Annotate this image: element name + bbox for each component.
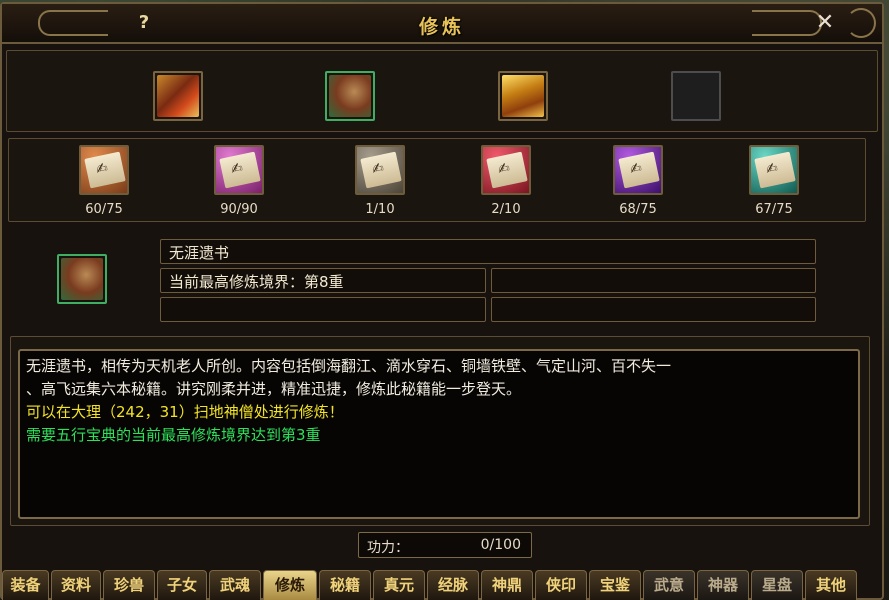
tab-artifact[interactable]: 神器 bbox=[697, 570, 749, 600]
scroll-icon-5[interactable]: ✍ bbox=[613, 145, 663, 195]
gold-book-stack-icon[interactable] bbox=[498, 71, 548, 121]
power-value: 0/100 bbox=[480, 537, 521, 553]
title-corner-ornament bbox=[846, 8, 876, 38]
tab-profile[interactable]: 资料 bbox=[51, 570, 101, 600]
power-display: 功力： 0/100 bbox=[358, 532, 532, 558]
location-hint: 可以在大理（242，31）扫地神僧处进行修炼！ bbox=[26, 403, 344, 421]
tab-star-chart[interactable]: 星盘 bbox=[751, 570, 803, 600]
cultivation-window: ? 修炼 ✕ ✍ 60/75 ✍ 90/90 ✍ 1/10 ✍ 2/10 ✍ 6… bbox=[0, 2, 884, 600]
scroll-icon-3[interactable]: ✍ bbox=[355, 145, 405, 195]
top-icon-panel bbox=[6, 50, 878, 132]
tab-children[interactable]: 子女 bbox=[157, 570, 207, 600]
scroll-count-4: 2/10 bbox=[491, 202, 521, 217]
scroll-bundle-icon[interactable] bbox=[325, 71, 375, 121]
realm-field: 当前最高修炼境界：第8重 bbox=[160, 268, 486, 293]
scroll-icon-4[interactable]: ✍ bbox=[481, 145, 531, 195]
tab-secret-manuals[interactable]: 秘籍 bbox=[319, 570, 371, 600]
tab-other[interactable]: 其他 bbox=[805, 570, 857, 600]
scroll-count-1: 60/75 bbox=[85, 202, 123, 217]
description-box: 无涯遗书，相传为天机老人所创。内容包括倒海翻江、滴水穿石、铜墙铁壁、气定山河、百… bbox=[18, 349, 860, 519]
scroll-count-3: 1/10 bbox=[365, 202, 395, 217]
scroll-icon-2[interactable]: ✍ bbox=[214, 145, 264, 195]
info-field-right-1 bbox=[491, 268, 816, 293]
tab-bar: 装备 资料 珍兽 子女 武魂 修炼 秘籍 真元 经脉 神鼎 侠印 宝鉴 武意 神… bbox=[2, 570, 886, 600]
tab-pets[interactable]: 珍兽 bbox=[103, 570, 155, 600]
scroll-icon-6[interactable]: ✍ bbox=[749, 145, 799, 195]
empty-slot[interactable] bbox=[671, 71, 721, 121]
scroll-count-5: 68/75 bbox=[619, 202, 657, 217]
requirement-hint: 需要五行宝典的当前最高修炼境界达到第3重 bbox=[26, 426, 321, 444]
title-bar[interactable]: ? 修炼 ✕ bbox=[2, 4, 882, 44]
tab-divine-cauldron[interactable]: 神鼎 bbox=[481, 570, 533, 600]
red-book-icon[interactable] bbox=[153, 71, 203, 121]
window-title: 修炼 bbox=[418, 16, 465, 38]
description-line-2: 、高飞远集六本秘籍。讲究刚柔并进，精准迅捷，修炼此秘籍能一步登天。 bbox=[26, 380, 522, 398]
power-label: 功力： bbox=[367, 540, 409, 556]
info-field-left-2 bbox=[160, 297, 486, 322]
tab-equipment[interactable]: 装备 bbox=[2, 570, 49, 600]
tab-cultivation[interactable]: 修炼 bbox=[263, 570, 317, 600]
tab-meridians[interactable]: 经脉 bbox=[427, 570, 479, 600]
scroll-panel: ✍ 60/75 ✍ 90/90 ✍ 1/10 ✍ 2/10 ✍ 68/75 ✍ … bbox=[8, 138, 866, 222]
scroll-count-2: 90/90 bbox=[220, 202, 258, 217]
selected-book-icon[interactable] bbox=[57, 254, 107, 304]
tab-hero-seal[interactable]: 侠印 bbox=[535, 570, 587, 600]
scroll-count-6: 67/75 bbox=[755, 202, 793, 217]
description-line-1: 无涯遗书，相传为天机老人所创。内容包括倒海翻江、滴水穿石、铜墙铁壁、气定山河、百… bbox=[26, 357, 672, 375]
scroll-icon-1[interactable]: ✍ bbox=[79, 145, 129, 195]
close-button[interactable]: ✕ bbox=[812, 10, 838, 36]
tab-martial-soul[interactable]: 武魂 bbox=[209, 570, 261, 600]
tab-true-essence[interactable]: 真元 bbox=[373, 570, 425, 600]
tab-martial-intent[interactable]: 武意 bbox=[643, 570, 695, 600]
book-name-field: 无涯遗书 bbox=[160, 239, 816, 264]
info-field-right-2 bbox=[491, 297, 816, 322]
tab-treasure-mirror[interactable]: 宝鉴 bbox=[589, 570, 641, 600]
